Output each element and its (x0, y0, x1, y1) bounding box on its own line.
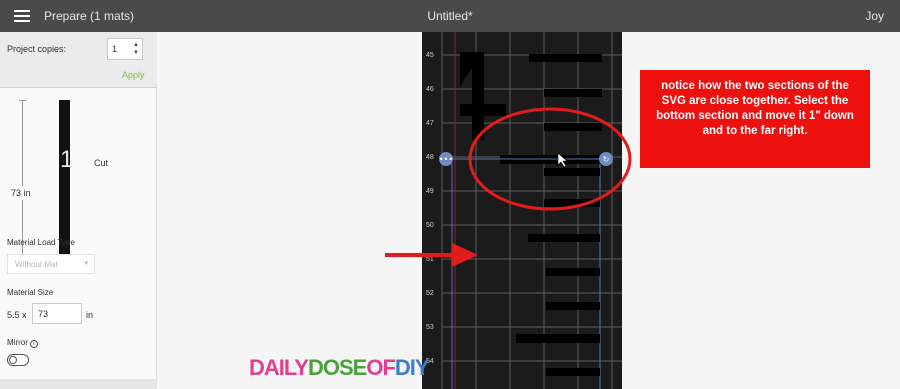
svg-text:↻: ↻ (603, 155, 610, 164)
project-copies-value: 1 (112, 44, 118, 54)
material-size-prefix: 5.5 x (7, 310, 27, 320)
chevron-down-icon: ▾ (84, 260, 88, 267)
mat-thumbnail[interactable] (59, 100, 70, 256)
mat-number: 1 (60, 146, 74, 173)
left-panel-footer (0, 379, 157, 389)
tick-bar (546, 302, 600, 310)
material-load-type-select[interactable]: Without Mat ▾ (7, 254, 95, 274)
tick-bar (544, 199, 600, 207)
material-size-label: Material Size (7, 288, 54, 297)
svg-text:•••: ••• (439, 155, 453, 164)
material-size-unit: in (86, 310, 94, 320)
project-copies-input[interactable]: 1 ▲ ▼ (107, 38, 143, 60)
tick-bar (528, 234, 600, 242)
tick-bar (544, 168, 600, 176)
dimension-line (22, 100, 23, 256)
tick-bar (546, 368, 600, 376)
material-load-type-label: Material Load Type (7, 238, 75, 247)
logo-daily: DAILY (249, 355, 309, 380)
left-panel: Project copies: 1 ▲ ▼ Apply 73 in 1 Cut M… (0, 32, 157, 389)
info-icon[interactable]: i (29, 340, 38, 348)
document-name: Untitled* (427, 9, 473, 23)
watermark-logo: DAILYDOSEOFDIY (249, 355, 430, 381)
tick-bar (516, 334, 600, 343)
svg-design[interactable]: ••• ↻ (422, 32, 622, 389)
logo-of: OF (366, 355, 396, 380)
copies-stepper-icon[interactable]: ▲ ▼ (133, 41, 139, 57)
top-bar: Prepare (1 mats) Untitled* Joy (0, 0, 900, 32)
annotation-callout: notice how the two sections of the SVG a… (640, 70, 870, 168)
toggle-knob (9, 356, 17, 364)
tick-bar (544, 89, 602, 97)
cutting-mat[interactable]: 45 46 47 48 49 50 51 52 53 54 ••• ↻ (422, 32, 622, 389)
tick-bar (529, 54, 602, 62)
mirror-label-text: Mirror (7, 338, 28, 347)
material-size-input[interactable]: 73 (32, 303, 82, 324)
project-copies-label: Project copies: (7, 44, 67, 54)
mat-length-label: 73 in (11, 186, 31, 200)
mirror-label: Mirror i (7, 338, 38, 348)
material-load-type-value: Without Mat (15, 260, 58, 269)
project-copies-box: Project copies: 1 ▲ ▼ Apply (0, 32, 157, 88)
numeral-glyph (460, 52, 506, 140)
tick-bar (544, 123, 602, 131)
logo-diy: DIY (394, 355, 430, 380)
material-size-value: 73 (38, 309, 49, 319)
mirror-toggle[interactable] (7, 354, 29, 366)
logo-dose: DOSE (307, 355, 367, 380)
tick-bar (546, 268, 600, 276)
mat-mode-label: Cut (94, 158, 109, 168)
apply-button[interactable]: Apply (122, 70, 145, 80)
user-name[interactable]: Joy (865, 9, 884, 23)
